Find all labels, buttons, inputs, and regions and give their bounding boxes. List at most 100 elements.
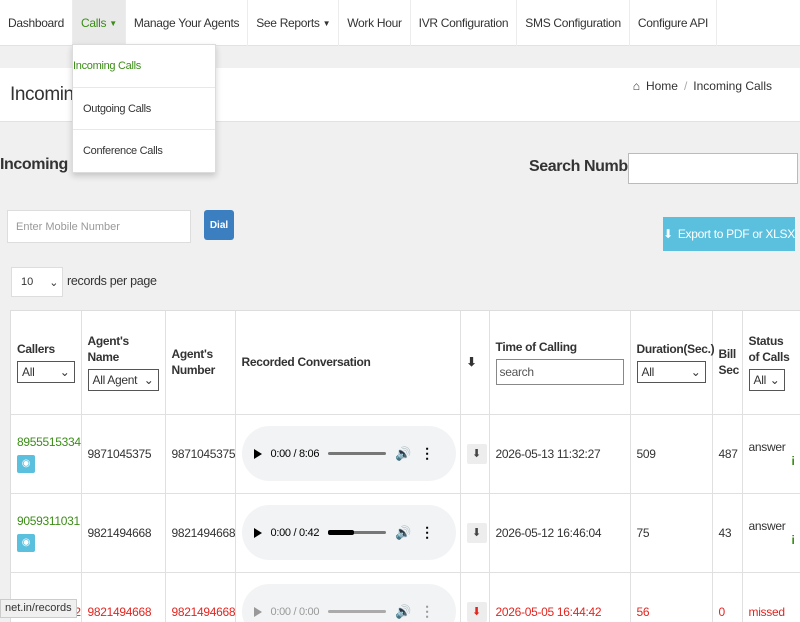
- cell-download: ⬇: [460, 493, 490, 573]
- cell-duration: 509: [630, 414, 713, 494]
- table-row: 8955515334 ◉ 9871045375 9871045375 0:00 …: [11, 414, 800, 494]
- export-label: Export to PDF or XLSX: [677, 227, 795, 241]
- th-time-of-calling: Time of Calling search: [489, 311, 631, 415]
- status-filter-select[interactable]: All ⌄: [748, 369, 785, 392]
- info-icon[interactable]: i: [749, 454, 794, 468]
- agent-filter-value: All Agent: [92, 373, 138, 388]
- time-search-input[interactable]: search: [495, 359, 624, 386]
- play-icon[interactable]: [253, 527, 262, 538]
- menu-item-conference-calls[interactable]: Conference Calls: [73, 130, 215, 172]
- caret-down-icon: ▼: [109, 18, 117, 28]
- nav-see-reports[interactable]: See Reports ▼: [248, 0, 340, 46]
- export-button[interactable]: ⬇ Export to PDF or XLSX: [663, 217, 795, 251]
- cell-recording: 0:00 / 0:42 🔊 ⋮: [235, 493, 461, 573]
- download-icon: ⬇: [466, 355, 477, 370]
- nav-manage-agents[interactable]: Manage Your Agents: [126, 0, 249, 46]
- breadcrumb-current: Incoming Calls: [693, 79, 772, 93]
- download-icon[interactable]: ⬇: [466, 443, 487, 464]
- calls-table-container: Callers All ⌄ Agent's Name All Agent ⌄ Age…: [10, 310, 800, 622]
- cell-bill: 487: [712, 414, 743, 494]
- th-status: Status of Calls All ⌄: [742, 311, 800, 415]
- cell-duration: 56: [630, 572, 713, 622]
- audio-time: 0:00 / 0:00: [270, 605, 320, 618]
- breadcrumb-home[interactable]: Home: [646, 79, 678, 93]
- play-icon[interactable]: [253, 606, 262, 617]
- cell-recording: 0:00 / 8:06 🔊 ⋮: [235, 414, 461, 494]
- th-agent-number-label: Agent's Number: [171, 347, 216, 378]
- th-callers-label: Callers: [17, 342, 55, 357]
- more-options-icon[interactable]: ⋮: [420, 445, 434, 462]
- audio-player[interactable]: 0:00 / 8:06 🔊 ⋮: [241, 426, 456, 481]
- table-header-row: Callers All ⌄ Agent's Name All Agent ⌄ Age…: [11, 311, 800, 415]
- cell-agent-number: 9821494668: [165, 572, 236, 622]
- calls-dropdown-menu: Incoming Calls Outgoing Calls Conference…: [72, 44, 216, 173]
- cell-agent-number: 9871045375: [165, 414, 236, 494]
- volume-icon[interactable]: 🔊: [395, 525, 411, 541]
- view-eye-icon[interactable]: ◉: [17, 454, 35, 473]
- download-icon[interactable]: ⬇: [466, 601, 487, 622]
- audio-time: 0:00 / 0:42: [270, 526, 320, 539]
- more-options-icon[interactable]: ⋮: [420, 524, 434, 541]
- cell-bill: 43: [712, 493, 743, 573]
- nav-see-reports-label: See Reports: [256, 16, 320, 30]
- chevron-down-icon: ⌄: [49, 276, 59, 289]
- th-download: ⬇: [460, 311, 490, 415]
- menu-item-outgoing-calls[interactable]: Outgoing Calls: [73, 88, 215, 130]
- cell-download: ⬇: [460, 414, 490, 494]
- mobile-number-input[interactable]: Enter Mobile Number: [7, 210, 191, 243]
- chevron-down-icon: ⌄: [59, 365, 70, 380]
- audio-progress-track[interactable]: [328, 610, 387, 613]
- nav-work-hour[interactable]: Work Hour: [339, 0, 411, 46]
- agent-filter-select[interactable]: All Agent ⌄: [87, 369, 159, 392]
- chevron-down-icon: ⌄: [690, 365, 701, 380]
- audio-progress-track[interactable]: [328, 452, 387, 455]
- duration-filter-select[interactable]: All ⌄: [636, 361, 706, 384]
- cell-recording: 0:00 / 0:00 🔊 ⋮: [235, 572, 461, 622]
- status-filter-value: All: [753, 373, 767, 388]
- menu-item-incoming-calls[interactable]: Incoming Calls: [73, 45, 215, 88]
- audio-player[interactable]: 0:00 / 0:00 🔊 ⋮: [241, 584, 456, 622]
- th-callers: Callers All ⌄: [11, 311, 82, 415]
- table-row: 7338260532 9821494668 9821494668 0:00 / …: [11, 572, 800, 622]
- view-eye-icon[interactable]: ◉: [17, 533, 35, 552]
- audio-time: 0:00 / 8:06: [270, 447, 320, 460]
- search-number-label: Search Number: [529, 158, 643, 175]
- callers-filter-select[interactable]: All ⌄: [17, 361, 75, 384]
- more-options-icon[interactable]: ⋮: [420, 603, 434, 620]
- th-recorded-label: Recorded Conversation: [241, 355, 371, 370]
- cell-bill: 0: [712, 572, 743, 622]
- th-bill-label: Bill Sec: [718, 347, 740, 378]
- audio-player[interactable]: 0:00 / 0:42 🔊 ⋮: [241, 505, 456, 560]
- records-value: 10: [21, 276, 34, 288]
- nav-sms-configuration[interactable]: SMS Configuration: [517, 0, 630, 46]
- status-url-tooltip: net.in/records: [0, 599, 77, 618]
- nav-calls-label: Calls: [81, 16, 107, 30]
- cell-status: answer i: [742, 414, 800, 494]
- th-agent-name-label: Agent's Name: [87, 334, 130, 365]
- audio-progress-track[interactable]: [328, 530, 387, 535]
- caret-down-icon: ▼: [322, 18, 331, 28]
- cell-caller: 9059311031 ◉: [11, 493, 82, 573]
- nav-ivr-configuration[interactable]: IVR Configuration: [411, 0, 518, 46]
- nav-dashboard[interactable]: Dashboard: [0, 0, 74, 46]
- top-navbar: Dashboard Calls ▼ Manage Your Agents See …: [0, 0, 800, 46]
- th-duration: Duration(Sec.) All ⌄: [630, 311, 715, 415]
- records-per-page-select[interactable]: 10 ⌄: [11, 267, 63, 297]
- nav-configure-api[interactable]: Configure API: [630, 0, 718, 46]
- dial-button[interactable]: Dial: [204, 210, 234, 240]
- cell-time: 2026-05-13 11:32:27: [489, 414, 631, 494]
- th-bill-sec: Bill Sec: [712, 311, 743, 415]
- play-icon[interactable]: [253, 448, 262, 459]
- cell-time: 2026-05-12 16:46:04: [489, 493, 631, 573]
- download-icon[interactable]: ⬇: [466, 522, 487, 543]
- status-text: answer: [748, 439, 786, 454]
- info-icon[interactable]: i: [749, 533, 794, 547]
- nav-calls[interactable]: Calls ▼: [73, 0, 126, 46]
- status-text: missed: [748, 604, 786, 619]
- search-number-input[interactable]: [628, 153, 798, 184]
- caller-number[interactable]: 9059311031: [17, 514, 80, 528]
- home-icon: ⌂: [632, 79, 640, 93]
- volume-icon[interactable]: 🔊: [395, 604, 411, 620]
- caller-number[interactable]: 8955515334: [17, 435, 81, 449]
- volume-icon[interactable]: 🔊: [395, 446, 411, 462]
